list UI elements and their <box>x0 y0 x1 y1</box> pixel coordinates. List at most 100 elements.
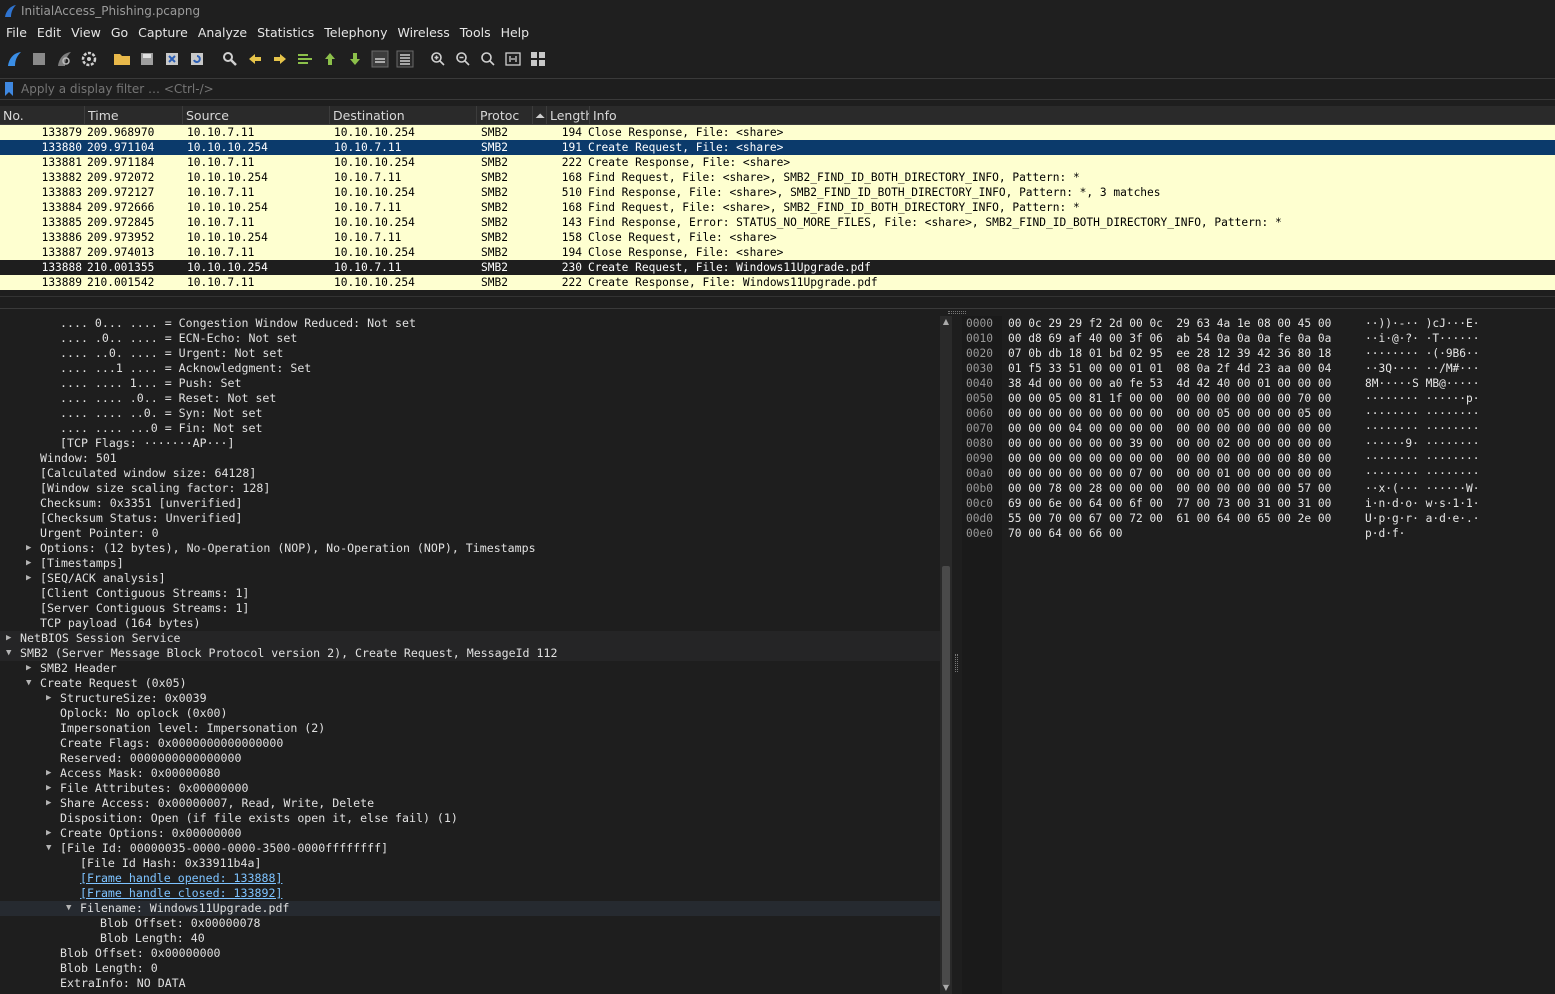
zoom-in-icon[interactable] <box>427 49 448 70</box>
close-file-icon[interactable] <box>161 49 182 70</box>
packet-list-horizontal-scrollbar[interactable] <box>0 296 1555 308</box>
detail-tree-item[interactable]: TCP payload (164 bytes) <box>0 616 940 631</box>
expand-arrow-down-icon[interactable]: ▼ <box>26 676 34 691</box>
hex-bytes-line[interactable]: 01 f5 33 51 00 00 01 01 08 0a 2f 4d 23 a… <box>1008 361 1331 376</box>
menu-edit[interactable]: Edit <box>33 22 65 44</box>
detail-tree-item[interactable]: ▼ SMB2 (Server Message Block Protocol ver… <box>0 646 940 661</box>
detail-tree-item[interactable]: Oplock: No oplock (0x00) <box>0 706 940 721</box>
hex-ascii-line[interactable]: ········ ·(·9B6·· <box>1365 346 1480 361</box>
menu-wireless[interactable]: Wireless <box>393 22 453 44</box>
detail-tree-item[interactable]: ExtraInfo: NO DATA <box>0 976 940 991</box>
packet-row[interactable]: 133886 209.973952 10.10.10.254 10.10.7.11 SM… <box>0 230 1555 245</box>
hex-ascii-line[interactable]: ······9· ········ <box>1365 436 1480 451</box>
display-filter-input[interactable] <box>21 79 1555 99</box>
detail-tree-item[interactable]: [Frame handle opened: 133888] <box>0 871 940 886</box>
detail-tree-item[interactable]: .... .... ...0 = Fin: Not set <box>0 421 940 436</box>
hex-ascii-line[interactable]: p·d·f· <box>1365 526 1480 541</box>
hex-bytes-line[interactable]: 55 00 70 00 67 00 72 00 61 00 64 00 65 0… <box>1008 511 1331 526</box>
detail-tree-item[interactable]: ▶ StructureSize: 0x0039 <box>0 691 940 706</box>
sort-ascending-icon[interactable]: ⏶ <box>533 106 547 124</box>
packet-row[interactable]: 133885 209.972845 10.10.7.11 10.10.10.254 SM… <box>0 215 1555 230</box>
zoom-out-icon[interactable] <box>452 49 473 70</box>
menu-analyze[interactable]: Analyze <box>194 22 251 44</box>
hex-bytes-line[interactable]: 00 d8 69 af 40 00 3f 06 ab 54 0a 0a 0a f… <box>1008 331 1331 346</box>
detail-tree-item[interactable]: Blob Offset: 0x00000078 <box>0 916 940 931</box>
hex-bytes-line[interactable]: 00 00 00 00 00 00 00 00 00 00 05 00 00 0… <box>1008 406 1331 421</box>
collapse-arrow-right-icon[interactable]: ▶ <box>26 541 34 556</box>
collapse-arrow-right-icon[interactable]: ▶ <box>46 766 54 781</box>
hex-ascii-line[interactable]: ········ ········ <box>1365 451 1480 466</box>
detail-tree-item[interactable]: Create Flags: 0x0000000000000000 <box>0 736 940 751</box>
hex-ascii-line[interactable]: 8M·····S MB@····· <box>1365 376 1480 391</box>
detail-tree-item[interactable]: Impersonation level: Impersonation (2) <box>0 721 940 736</box>
pane-splitter-horizontal[interactable] <box>0 308 1555 316</box>
zoom-normal-icon[interactable] <box>477 49 498 70</box>
detail-tree-item[interactable]: .... .0.. .... = ECN-Echo: Not set <box>0 331 940 346</box>
detail-tree-item[interactable]: Blob Length: 0 <box>0 961 940 976</box>
menu-telephony[interactable]: Telephony <box>320 22 391 44</box>
detail-tree-item[interactable]: .... .... 1... = Push: Set <box>0 376 940 391</box>
detail-tree-item[interactable]: ▼ Filename: Windows11Upgrade.pdf <box>0 901 940 916</box>
collapse-arrow-right-icon[interactable]: ▶ <box>26 556 34 571</box>
column-header-destination[interactable]: Destination <box>330 106 477 124</box>
shark-fin-start-icon[interactable] <box>3 49 24 70</box>
column-header-source[interactable]: Source <box>183 106 330 124</box>
detail-tree-item[interactable]: ▶ Share Access: 0x00000007, Read, Write, … <box>0 796 940 811</box>
packet-row[interactable]: 133879 209.968970 10.10.7.11 10.10.10.254 SM… <box>0 125 1555 140</box>
go-forward-arrow-icon[interactable] <box>269 49 290 70</box>
detail-tree-item[interactable]: ▼ [File Id: 00000035-0000-0000-3500-0000f… <box>0 841 940 856</box>
hex-bytes-line[interactable]: 00 00 00 00 00 00 00 00 00 00 00 00 00 0… <box>1008 451 1331 466</box>
collapse-arrow-right-icon[interactable]: ▶ <box>26 571 34 586</box>
detail-tree-item[interactable]: Urgent Pointer: 0 <box>0 526 940 541</box>
hex-bytes-line[interactable]: 70 00 64 00 66 00 <box>1008 526 1331 541</box>
detail-tree-item[interactable]: [File Id Hash: 0x33911b4a] <box>0 856 940 871</box>
detail-tree-item[interactable]: Disposition: Open (if file exists open i… <box>0 811 940 826</box>
detail-tree-item[interactable]: ▶ Options: (12 bytes), No-Operation (NOP)… <box>0 541 940 556</box>
detail-tree-item[interactable]: Blob Length: 40 <box>0 931 940 946</box>
hex-ascii-line[interactable]: ··3Q···· ··/M#··· <box>1365 361 1480 376</box>
menu-view[interactable]: View <box>67 22 105 44</box>
column-header-length[interactable]: Length <box>547 106 590 124</box>
menu-statistics[interactable]: Statistics <box>253 22 318 44</box>
detail-frame-link[interactable]: [Frame handle closed: 133892] <box>80 886 282 901</box>
packet-row[interactable]: 133882 209.972072 10.10.10.254 10.10.7.11 SM… <box>0 170 1555 185</box>
hex-bytes-line[interactable]: 00 00 00 00 00 00 07 00 00 00 01 00 00 0… <box>1008 466 1331 481</box>
expand-arrow-down-icon[interactable]: ▼ <box>66 901 74 916</box>
detail-tree-item[interactable]: .... .... ..0. = Syn: Not set <box>0 406 940 421</box>
detail-tree-item[interactable]: [TCP Flags: ·······AP···] <box>0 436 940 451</box>
find-packet-icon[interactable] <box>219 49 240 70</box>
autoscroll-icon[interactable] <box>369 49 390 70</box>
hex-bytes-line[interactable]: 00 00 00 04 00 00 00 00 00 00 00 00 00 0… <box>1008 421 1331 436</box>
collapse-arrow-right-icon[interactable]: ▶ <box>46 781 54 796</box>
save-file-icon[interactable] <box>136 49 157 70</box>
hex-ascii-line[interactable]: ··x·(··· ······W· <box>1365 481 1480 496</box>
layout-icon[interactable] <box>527 49 548 70</box>
detail-tree-item[interactable]: ▶ SMB2 Header <box>0 661 940 676</box>
menu-help[interactable]: Help <box>497 22 534 44</box>
go-last-packet-icon[interactable] <box>344 49 365 70</box>
detail-tree-item[interactable]: [Frame handle closed: 133892] <box>0 886 940 901</box>
colorize-icon[interactable] <box>394 49 415 70</box>
hex-bytes-line[interactable]: 38 4d 00 00 00 a0 fe 53 4d 42 40 00 01 0… <box>1008 376 1331 391</box>
detail-tree-item[interactable]: Reserved: 0000000000000000 <box>0 751 940 766</box>
detail-tree-item[interactable]: [Calculated window size: 64128] <box>0 466 940 481</box>
collapse-arrow-right-icon[interactable]: ▶ <box>26 661 34 676</box>
detail-tree-item[interactable]: .... .... .0.. = Reset: Not set <box>0 391 940 406</box>
collapse-arrow-right-icon[interactable]: ▶ <box>6 631 14 646</box>
packet-row[interactable]: 133883 209.972127 10.10.7.11 10.10.10.254 SM… <box>0 185 1555 200</box>
bookmark-icon[interactable] <box>4 82 14 96</box>
hex-ascii-line[interactable]: ········ ········ <box>1365 406 1480 421</box>
detail-tree-item[interactable]: ▶ File Attributes: 0x00000000 <box>0 781 940 796</box>
scroll-up-arrow-icon[interactable]: ▲ <box>940 316 952 328</box>
hex-bytes-line[interactable]: 00 0c 29 29 f2 2d 00 0c 29 63 4a 1e 08 0… <box>1008 316 1331 331</box>
hex-ascii-line[interactable]: ········ ········ <box>1365 466 1480 481</box>
hex-ascii-line[interactable]: U·p·g·r· a·d·e·.· <box>1365 511 1480 526</box>
column-header-no[interactable]: No. <box>0 106 85 124</box>
detail-tree-item[interactable]: .... 0... .... = Congestion Window Reduc… <box>0 316 940 331</box>
packet-row[interactable]: 133887 209.974013 10.10.7.11 10.10.10.254 SM… <box>0 245 1555 260</box>
restart-fin-icon[interactable] <box>53 49 74 70</box>
hex-ascii-line[interactable]: ········ ······p· <box>1365 391 1480 406</box>
scrollbar-thumb[interactable] <box>942 566 950 986</box>
detail-tree-item[interactable]: [Window size scaling factor: 128] <box>0 481 940 496</box>
capture-options-gear-icon[interactable] <box>78 49 99 70</box>
